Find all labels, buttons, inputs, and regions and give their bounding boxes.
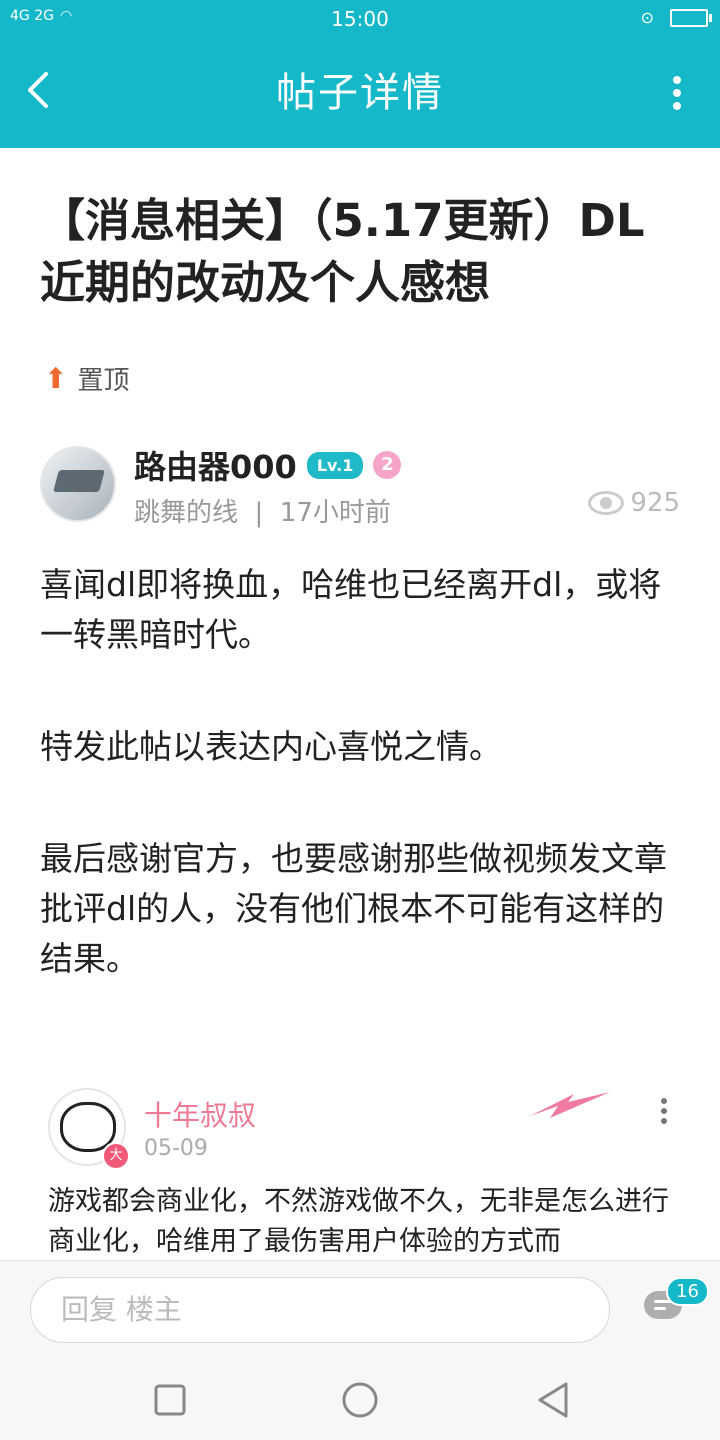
reply-input[interactable]: 回复 楼主 [30, 1277, 610, 1343]
comment-date: 05-09 [144, 1136, 208, 1161]
home-button[interactable] [340, 1380, 380, 1420]
post-body: 喜闻dl即将换血，哈维也已经离开dl，或将一转黑暗时代。 特发此帖以表达内心喜悦… [40, 560, 685, 1046]
comment-more-button[interactable] [660, 1098, 668, 1128]
more-options-button[interactable] [672, 76, 682, 112]
system-nav-bar [0, 1360, 720, 1440]
post-meta: 跳舞的线 | 17小时前 [134, 492, 391, 529]
board-name[interactable]: 跳舞的线 [134, 498, 238, 528]
recent-apps-button[interactable] [150, 1380, 190, 1420]
comment-text: 游戏都会商业化，不然游戏做不久，无非是怎么进行商业化，哈维用了最伤害用户体验的方… [48, 1186, 669, 1257]
rank-badge: 2 [373, 451, 402, 479]
author-row: 路由器000 Lv.1 2 [134, 442, 402, 488]
square-icon [154, 1384, 186, 1416]
back-nav-button[interactable] [534, 1380, 574, 1420]
commenter-name[interactable]: 十年叔叔 [144, 1094, 256, 1134]
level-badge: Lv.1 [306, 451, 364, 479]
view-count: 925 [588, 488, 680, 518]
page-title: 帖子详情 [276, 70, 444, 116]
post-paragraph: 特发此帖以表达内心喜悦之情。 [40, 727, 502, 766]
triangle-back-icon [538, 1382, 568, 1418]
lock-rotation-icon: ⊙ [640, 8, 654, 27]
eye-icon [588, 491, 625, 515]
author-name[interactable]: 路由器000 [134, 442, 297, 488]
commenter-tag: 大 [102, 1142, 130, 1170]
pink-swoosh-decoration [530, 1092, 610, 1118]
pin-arrow-icon: ⬆ [44, 362, 68, 395]
post-paragraph: 喜闻dl即将换血，哈维也已经离开dl，或将一转黑暗时代。 [40, 565, 662, 654]
view-count-number: 925 [630, 488, 680, 518]
post-paragraph: 最后感谢官方，也要感谢那些做视频发文章批评dl的人，没有他们根本不可能有这样的结… [40, 839, 667, 978]
pinned-label: ⬆ 置顶 [44, 360, 129, 397]
clock: 15:00 [331, 7, 389, 31]
circle-icon [342, 1382, 378, 1418]
meta-divider: | [246, 498, 280, 528]
reply-bar: 回复 楼主 16 [0, 1260, 720, 1361]
status-bar: 4G 2G ◠ 15:00 ⊙ [0, 0, 720, 38]
post-time: 17小时前 [279, 498, 391, 528]
comment-count-badge: 16 [666, 1277, 709, 1306]
app-bar: 帖子详情 [0, 38, 720, 148]
pin-text: 置顶 [77, 366, 130, 396]
author-avatar[interactable] [40, 446, 116, 522]
commenter-avatar[interactable]: 大 [48, 1088, 130, 1170]
battery-icon [670, 8, 712, 27]
post-title: 【消息相关】（5.17更新）DL近期的改动及个人感想 [40, 194, 645, 309]
